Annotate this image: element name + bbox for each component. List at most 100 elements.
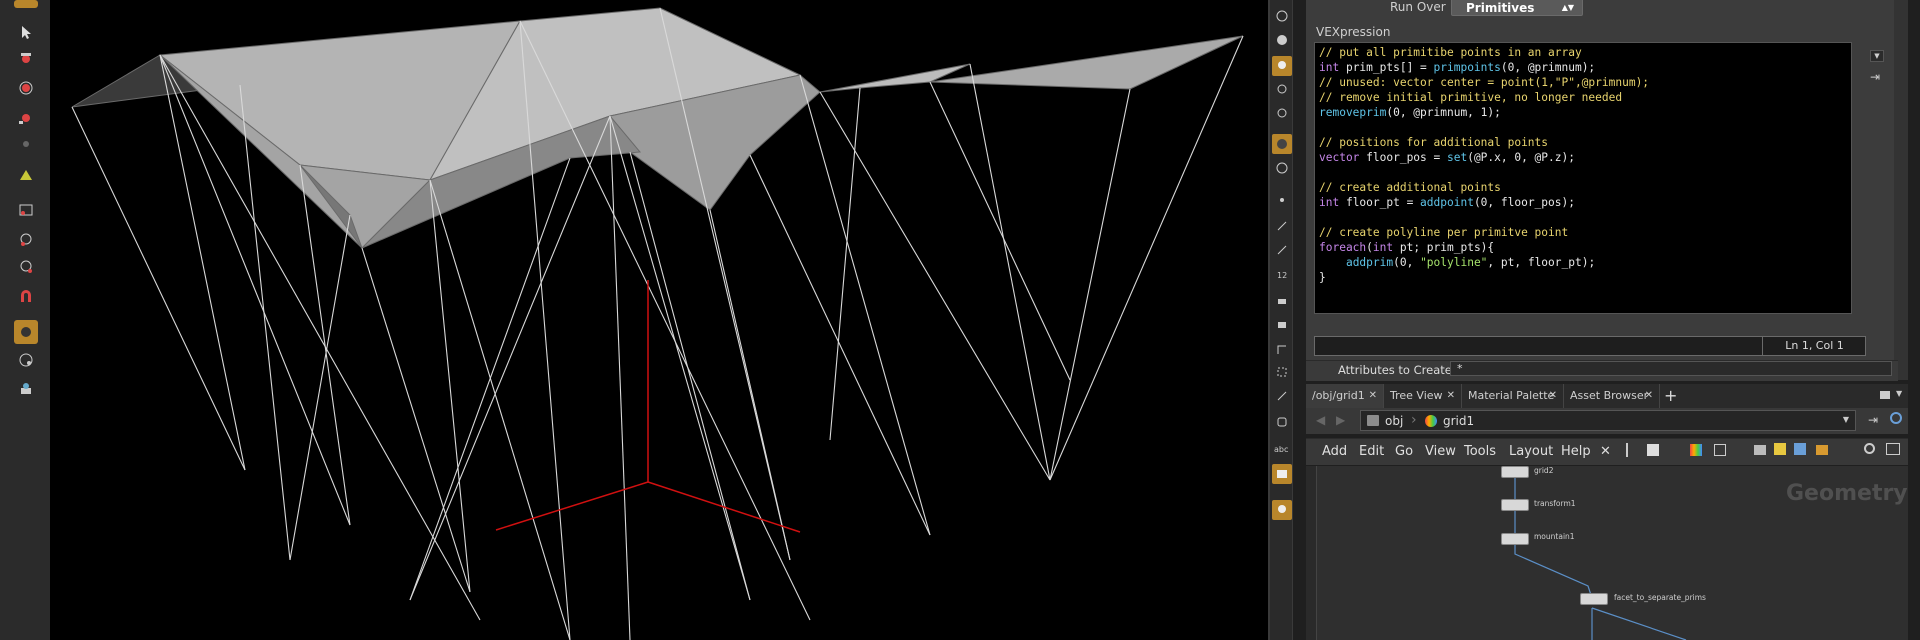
run-over-select[interactable]: Primitives ▲▼ (1451, 0, 1583, 16)
menu-add[interactable]: Add (1322, 444, 1347, 459)
chevron-down-icon[interactable]: ▼ (1870, 50, 1884, 62)
node-mountain1[interactable] (1501, 533, 1529, 545)
node-label: facet_to_separate_prims (1614, 593, 1706, 602)
sticky-note-icon[interactable] (1774, 443, 1786, 455)
point-number-icon[interactable]: 12 (1272, 264, 1292, 284)
image-icon[interactable] (1754, 445, 1766, 455)
tab-label: /obj/grid1 (1312, 389, 1365, 402)
move-tool-icon[interactable] (14, 46, 38, 70)
link-icon[interactable] (1890, 412, 1902, 424)
search-icon[interactable] (1864, 443, 1875, 454)
back-arrow-icon[interactable]: ◀ (1316, 413, 1325, 427)
close-icon[interactable] (1272, 6, 1292, 26)
node-label: transform1 (1534, 499, 1576, 508)
light-off-icon[interactable] (1272, 104, 1292, 124)
folder-icon[interactable] (1816, 445, 1828, 455)
lasso-tool-icon[interactable] (14, 228, 38, 252)
menu-edit[interactable]: Edit (1359, 444, 1384, 459)
tree-icon[interactable] (1626, 443, 1638, 457)
vector-icon[interactable] (1272, 240, 1292, 260)
toolbar-top-handle[interactable] (14, 0, 38, 8)
svg-text:abc: abc (1274, 445, 1288, 454)
forward-arrow-icon[interactable]: ▶ (1336, 413, 1345, 427)
rotate-tool-icon[interactable] (14, 75, 38, 99)
code-line: int prim_pts[] = primpoints(0, @primnum)… (1319, 60, 1649, 75)
lightbulb-icon[interactable] (1272, 500, 1292, 520)
shading-icon[interactable] (1272, 134, 1292, 154)
wrench-icon[interactable]: ✕ (1600, 444, 1611, 459)
menu-layout[interactable]: Layout (1509, 444, 1553, 459)
tab-obj-grid1[interactable]: /obj/grid1 ✕ (1306, 384, 1384, 408)
close-tab-icon[interactable]: ✕ (1447, 384, 1455, 408)
snapping-active-icon[interactable] (14, 320, 38, 344)
code-token: // create polyline per primitve point (1319, 226, 1569, 239)
network-box-icon[interactable] (1794, 443, 1806, 455)
render-region-icon[interactable] (14, 348, 38, 372)
point-icon[interactable] (1272, 190, 1292, 210)
ghost-icon[interactable] (1272, 30, 1292, 50)
code-token: floor_pos = (1359, 151, 1447, 164)
menu-view[interactable]: View (1425, 444, 1456, 459)
code-line: // positions for additional points (1319, 135, 1649, 150)
chevron-down-icon[interactable]: ▼ (1896, 389, 1902, 398)
vex-code-editor[interactable]: // put all primitibe points in an array i… (1314, 42, 1852, 314)
code-token: (@P.x, 0, @P.z); (1467, 151, 1575, 164)
wireframe-icon[interactable] (1272, 158, 1292, 178)
close-tab-icon[interactable]: ✕ (1549, 384, 1557, 408)
attributes-field[interactable]: * (1450, 361, 1892, 376)
code-token: "polyline" (1420, 256, 1488, 269)
tab-asset-browser[interactable]: Asset Browser ✕ (1564, 384, 1660, 408)
normal-icon[interactable] (1272, 216, 1292, 236)
node-wires (1514, 476, 1687, 640)
stop-icon[interactable] (1272, 412, 1292, 432)
tab-tree-view[interactable]: Tree View ✕ (1384, 384, 1462, 408)
pick-icon[interactable] (1272, 386, 1292, 406)
curve-icon[interactable] (1272, 340, 1292, 360)
pane-menu-icon[interactable] (1880, 391, 1890, 399)
chevron-down-icon[interactable]: ▼ (1843, 415, 1849, 424)
expand-icon[interactable]: ⇥ (1870, 70, 1880, 84)
add-tab-icon[interactable]: + (1664, 386, 1677, 405)
param-scrollbar[interactable] (1894, 0, 1908, 380)
path-root[interactable]: obj (1385, 414, 1403, 428)
grid-icon[interactable] (1714, 444, 1726, 456)
pose-tool-icon[interactable] (14, 132, 38, 156)
code-token: removeprim (1319, 106, 1387, 119)
background-image-icon[interactable] (1272, 464, 1292, 484)
paint-icon[interactable] (1272, 314, 1292, 334)
magnet-icon[interactable] (14, 284, 38, 308)
handle-tool-icon[interactable] (14, 162, 38, 186)
path-node[interactable]: grid1 (1443, 414, 1474, 428)
code-line: // remove initial primitive, no longer n… (1319, 90, 1649, 105)
render-icon[interactable] (14, 376, 38, 400)
light-icon[interactable] (1272, 56, 1292, 76)
3d-viewport[interactable] (50, 0, 1268, 640)
menu-go[interactable]: Go (1395, 444, 1413, 459)
chevron-updown-icon: ▲▼ (1561, 3, 1574, 12)
code-token: int (1319, 196, 1340, 209)
pin-icon[interactable]: ⇥ (1868, 413, 1878, 427)
scale-tool-icon[interactable] (14, 105, 38, 129)
menu-tools[interactable]: Tools (1464, 444, 1496, 459)
camera-icon[interactable] (1886, 443, 1900, 455)
close-tab-icon[interactable]: ✕ (1369, 384, 1377, 408)
node-facet-to-separate-prims[interactable] (1580, 593, 1608, 605)
light-alt-icon[interactable] (1272, 80, 1292, 100)
node-grid2[interactable] (1501, 466, 1529, 478)
left-toolbar (0, 0, 51, 640)
network-path[interactable]: obj › grid1 ▼ (1360, 410, 1856, 431)
brush-icon[interactable] (1272, 290, 1292, 310)
node-transform1[interactable] (1501, 499, 1529, 511)
close-tab-icon[interactable]: ✕ (1645, 384, 1653, 408)
select-tool-icon[interactable] (14, 20, 38, 44)
text-abc-icon[interactable]: abc (1272, 438, 1292, 458)
snap-tool-icon[interactable] (14, 255, 38, 279)
bounds-icon[interactable] (1272, 362, 1292, 382)
tab-material-palette[interactable]: Material Palette ✕ (1462, 384, 1564, 408)
view-tool-icon[interactable] (14, 198, 38, 222)
menu-help[interactable]: Help (1561, 444, 1591, 459)
list-icon[interactable] (1647, 444, 1659, 456)
color-palette-icon[interactable] (1690, 444, 1702, 456)
